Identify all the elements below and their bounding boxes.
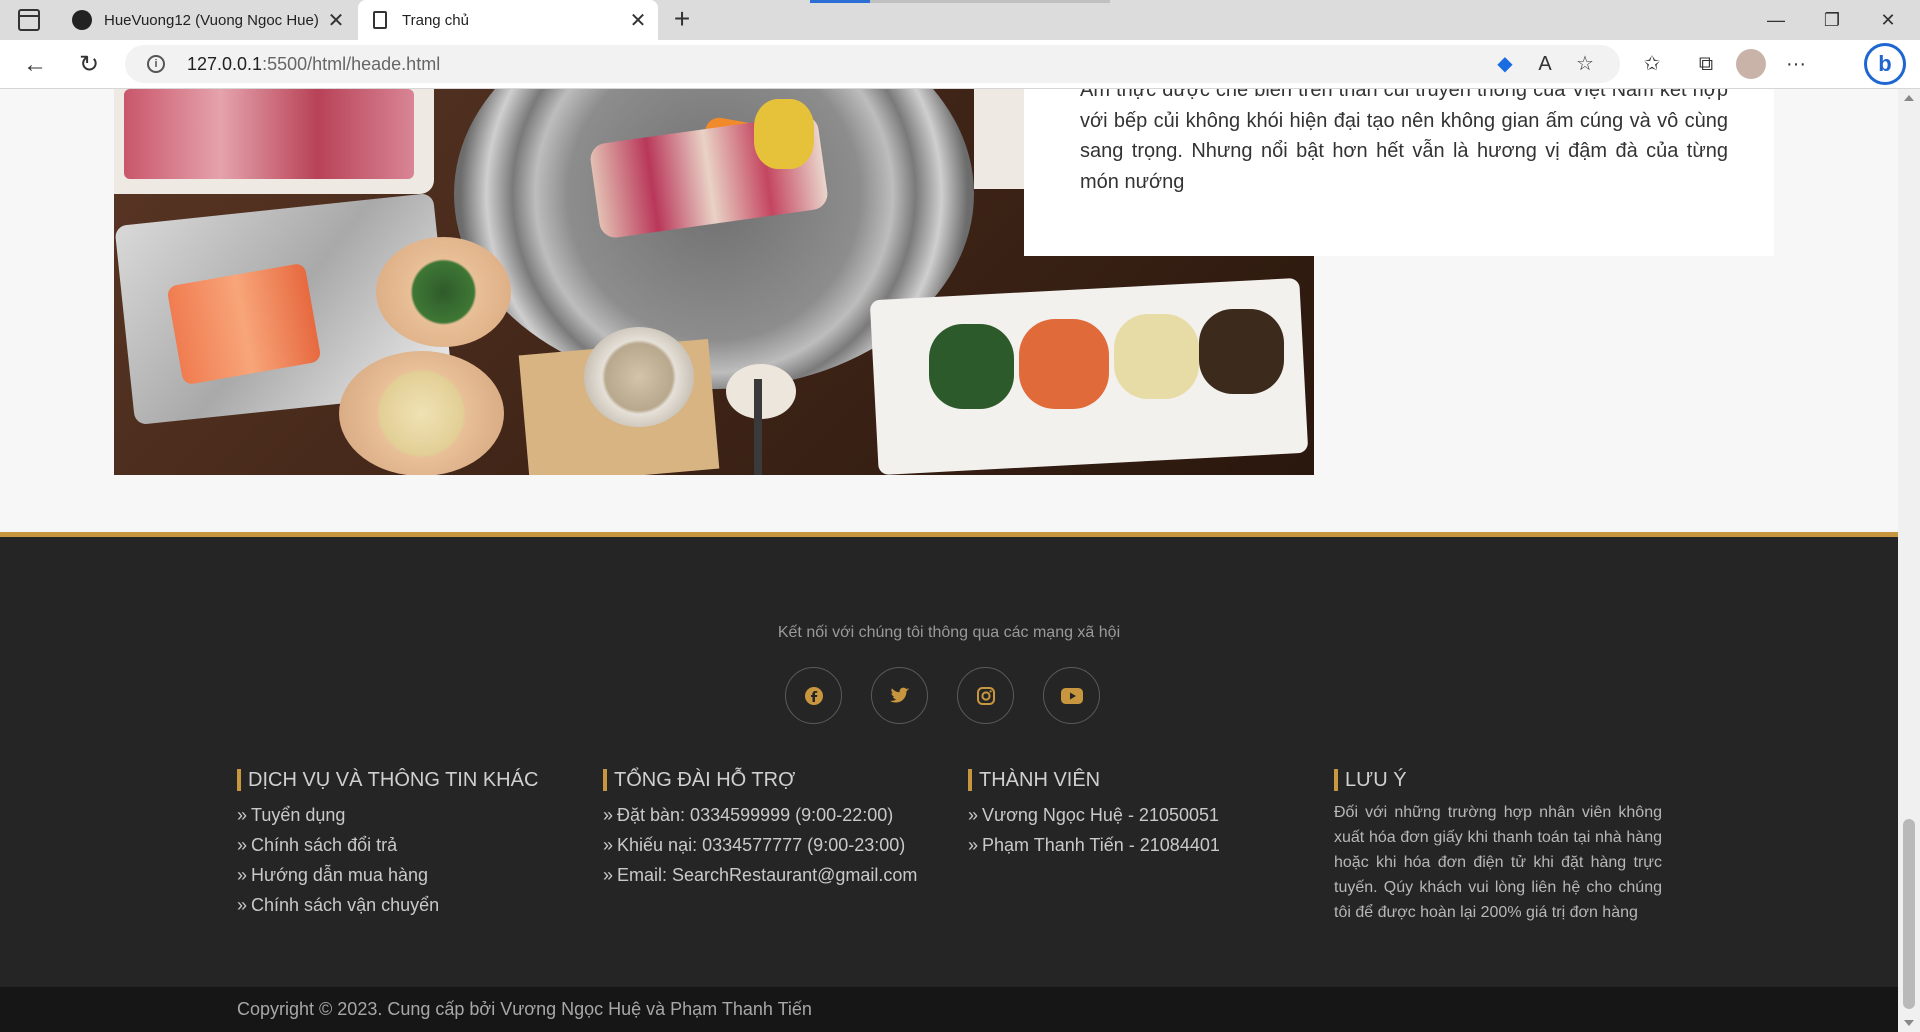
tab-actions-icon[interactable] [18,9,40,31]
link-label: Tuyển dụng [251,805,346,825]
social-links [785,667,1100,724]
url-text[interactable]: 127.0.0.1:5500/html/heade.html [187,54,440,75]
link-label: Chính sách vận chuyển [251,895,440,915]
footer-link-item[interactable]: » Phạm Thanh Tiến - 21084401 [968,830,1220,860]
link-label: Khiếu nại: 0334577777 (9:00-23:00) [617,835,906,855]
bing-chat-icon[interactable]: b [1864,43,1906,85]
close-window-button[interactable]: ✕ [1868,6,1908,34]
chevron-double-right-icon: » [603,835,614,855]
column-title: TỔNG ĐÀI HỖ TRỢ [603,769,917,791]
scrollbar-thumb[interactable] [1903,819,1915,1009]
footer-link-item[interactable]: » Tuyển dụng [237,800,538,830]
description-card: Ẩm thực được chế biến trên than củi truy… [1024,89,1774,256]
address-bar[interactable]: i 127.0.0.1:5500/html/heade.html ◆ A ☆ [125,45,1620,83]
favorites-icon[interactable]: ✩ [1632,45,1672,83]
site-info-icon[interactable]: i [147,55,165,73]
reload-icon[interactable]: ↻ [72,48,106,82]
new-tab-button[interactable]: + [666,4,698,36]
document-icon [370,10,390,30]
footer-link-item[interactable]: » Chính sách vận chuyển [237,890,538,920]
copyright-text: Copyright © 2023. Cung cấp bởi Vương Ngọ… [237,999,812,1019]
collections-icon[interactable]: ⧉ [1686,45,1726,83]
footer-column-services: DỊCH VỤ VÀ THÔNG TIN KHÁC » Tuyển dụng » C… [237,769,538,920]
url-host: 127.0.0.1 [187,54,263,74]
chevron-double-right-icon: » [237,835,248,855]
more-options-icon[interactable]: ··· [1776,45,1816,83]
column-title: THÀNH VIÊN [968,769,1220,791]
twitter-icon[interactable] [871,667,928,724]
link-label: Hướng dẫn mua hàng [251,865,428,885]
shopping-tag-icon[interactable]: ◆ [1485,45,1525,83]
minimize-button[interactable]: — [1756,6,1796,34]
scroll-down-icon[interactable] [1904,1020,1914,1026]
restore-button[interactable]: ❐ [1812,6,1852,34]
instagram-icon[interactable] [957,667,1014,724]
copyright-bar: Copyright © 2023. Cung cấp bởi Vương Ngọ… [0,987,1898,1032]
link-label: Đặt bàn: 0334599999 (9:00-22:00) [617,805,894,825]
description-text: Ẩm thực được chế biến trên than củi truy… [1080,89,1728,193]
scroll-up-icon[interactable] [1904,95,1914,101]
footer-link-item[interactable]: » Email: SearchRestaurant@gmail.com [603,860,917,890]
note-text: Đối với những trường hợp nhân viên không… [1334,804,1662,921]
tab-progress-indicator [810,0,870,3]
url-path: :5500/html/heade.html [262,54,441,74]
page-viewport: Ẩm thực được chế biến trên than củi truy… [0,89,1898,1032]
tab-progress-track [870,0,1110,3]
add-favorite-icon[interactable]: ☆ [1565,45,1605,83]
column-title: LƯU Ý [1334,769,1662,791]
youtube-icon[interactable] [1043,667,1100,724]
link-label: Vương Ngọc Huệ - 21050051 [982,805,1220,825]
vertical-scrollbar[interactable] [1898,89,1920,1032]
link-label: Chính sách đổi trả [251,835,398,855]
chevron-double-right-icon: » [968,805,979,825]
footer-column-members: THÀNH VIÊN » Vương Ngọc Huệ - 21050051 » P… [968,769,1220,860]
column-title: DỊCH VỤ VÀ THÔNG TIN KHÁC [237,769,538,791]
chevron-double-right-icon: » [237,865,248,885]
footer-column-support: TỔNG ĐÀI HỖ TRỢ » Đặt bàn: 0334599999 (9:… [603,769,917,890]
tab-trang-chu[interactable]: Trang chủ ✕ [358,0,658,40]
tab-title: Trang chủ [402,11,469,29]
chevron-double-right-icon: » [603,865,614,885]
chevron-double-right-icon: » [968,835,979,855]
footer-link-item[interactable]: » Hướng dẫn mua hàng [237,860,538,890]
address-toolbar: ← ↻ i 127.0.0.1:5500/html/heade.html ◆ A… [0,40,1920,89]
social-connect-text: Kết nối với chúng tôi thông qua các mạng… [777,624,1121,641]
footer-link-item[interactable]: » Khiếu nại: 0334577777 (9:00-23:00) [603,830,917,860]
close-tab-icon[interactable]: ✕ [626,8,650,33]
back-arrow-icon[interactable]: ← [18,48,52,82]
github-icon [72,10,92,30]
close-tab-icon[interactable]: ✕ [324,8,348,33]
chevron-double-right-icon: » [237,805,248,825]
chevron-double-right-icon: » [603,805,614,825]
footer-link-item[interactable]: » Vương Ngọc Huệ - 21050051 [968,800,1220,830]
link-label: Email: SearchRestaurant@gmail.com [617,865,918,885]
link-label: Phạm Thanh Tiến - 21084401 [982,835,1220,855]
tab-github[interactable]: HueVuong12 (Vuong Ngoc Hue) ✕ [60,0,356,40]
footer-link-item[interactable]: » Đặt bàn: 0334599999 (9:00-22:00) [603,800,917,830]
tab-title: HueVuong12 (Vuong Ngoc Hue) [104,11,319,29]
avatar[interactable] [1736,49,1766,79]
site-footer: Kết nối với chúng tôi thông qua các mạng… [0,537,1898,987]
facebook-icon[interactable] [785,667,842,724]
read-aloud-icon[interactable]: A [1525,45,1565,83]
footer-column-notes: LƯU Ý Đối với những trường hợp nhân viên… [1334,769,1662,925]
browser-tab-strip: HueVuong12 (Vuong Ngoc Hue) ✕ Trang chủ … [0,0,1920,40]
chevron-double-right-icon: » [237,895,248,915]
footer-link-item[interactable]: » Chính sách đổi trả [237,830,538,860]
